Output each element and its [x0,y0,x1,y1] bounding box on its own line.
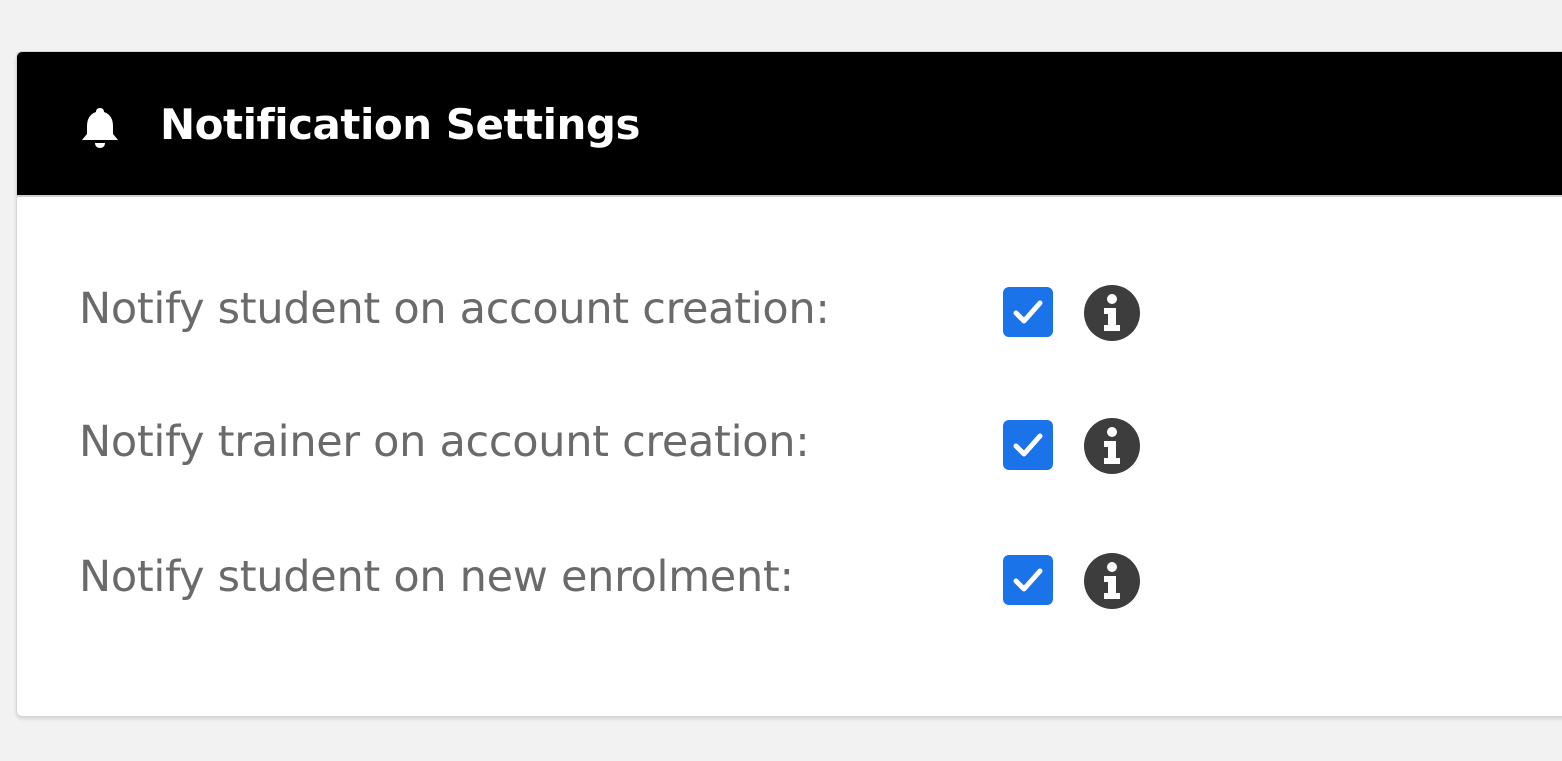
notify-trainer-account-checkbox[interactable] [1003,420,1053,470]
bell-icon [82,108,118,148]
panel-title: Notification Settings [160,100,641,149]
panel-header: Notification Settings [17,52,1562,197]
info-icon[interactable] [1083,552,1141,610]
check-icon [1013,300,1043,324]
setting-label: Notify trainer on account creation: [79,417,810,467]
info-icon[interactable] [1083,284,1141,342]
info-icon[interactable] [1083,417,1141,475]
notify-student-enrolment-checkbox[interactable] [1003,555,1053,605]
setting-label: Notify student on account creation: [79,284,830,334]
check-icon [1013,568,1043,592]
check-icon [1013,433,1043,457]
notify-student-account-checkbox[interactable] [1003,287,1053,337]
setting-label: Notify student on new enrolment: [79,552,794,602]
notification-settings-panel: Notification Settings Notify student on … [16,51,1562,717]
